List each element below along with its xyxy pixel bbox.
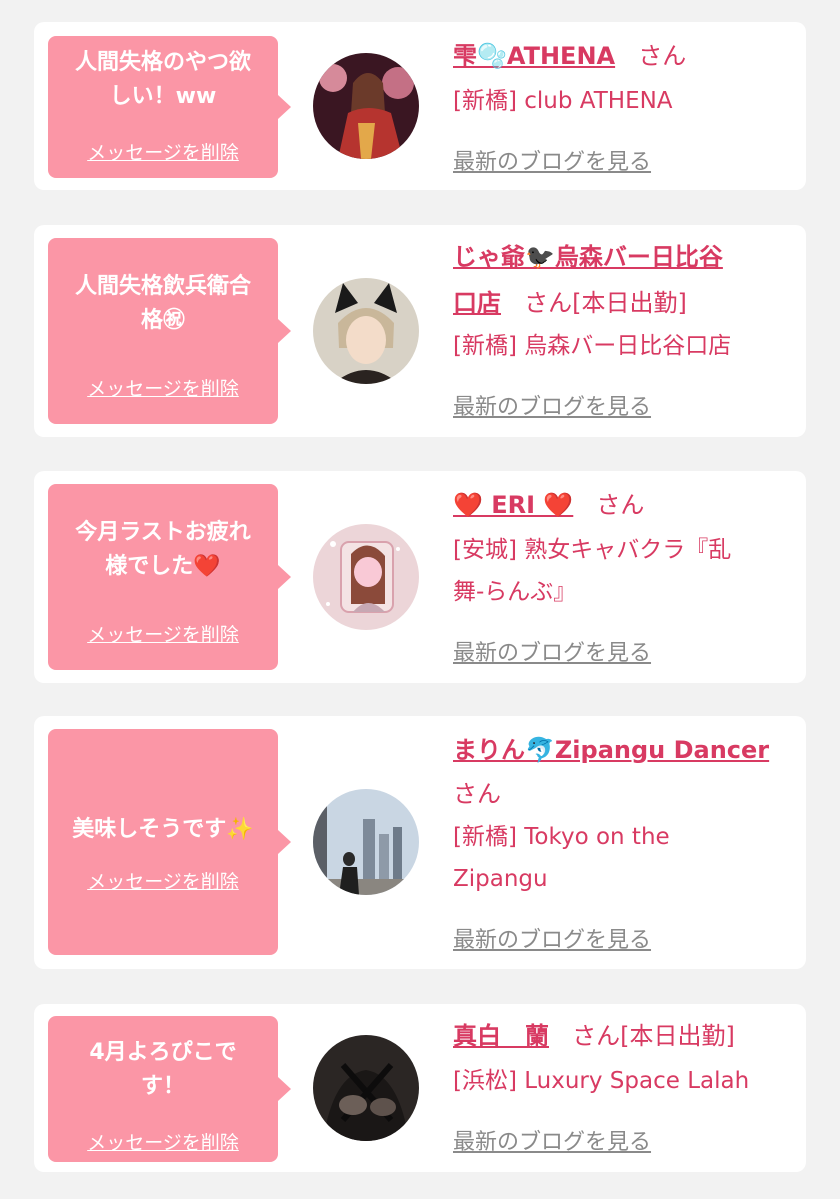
favorite-card: 人間失格のやつ欲 しい！ww メッセージを削除 雫🫧ATHENA さん [新橋]…	[34, 22, 806, 190]
latest-blog-link[interactable]: 最新のブログを見る	[453, 635, 651, 667]
avatar-photo-city-window-icon	[313, 789, 419, 895]
favorite-card: 今月ラストお疲れ 様でした❤️ メッセージを削除 ❤️ ERI ❤️ さん [安…	[34, 471, 806, 683]
shop-text: [新橋] Tokyo on the	[453, 824, 670, 850]
cast-name-link[interactable]: 雫🫧ATHENA	[453, 42, 615, 70]
honorific: さん	[638, 42, 687, 70]
cast-name-link[interactable]: じゃ爺🐦‍⬛烏森バー日比谷	[453, 243, 723, 271]
avatar[interactable]	[313, 53, 419, 159]
honorific: さん[本日出勤]	[572, 1022, 735, 1050]
avatar[interactable]	[313, 1035, 419, 1141]
avatar-photo-kimono-woman-icon	[313, 53, 419, 159]
cast-info: 真白 蘭 さん[本日出勤] [浜松] Luxury Space Lalah 最新…	[453, 1016, 793, 1166]
avatar[interactable]	[313, 278, 419, 384]
shop-text: [新橋] club ATHENA	[453, 88, 673, 114]
cast-info: まりん🐬Zipangu Dancer さん [新橋] Tokyo on the …	[453, 730, 793, 960]
delete-message-link[interactable]: メッセージを削除	[48, 138, 278, 165]
cast-name-link[interactable]: ❤️ ERI ❤️	[453, 491, 573, 519]
delete-message-link[interactable]: メッセージを削除	[48, 867, 278, 894]
shop-text: [新橋] 烏森バー日比谷口店	[453, 333, 732, 359]
latest-blog-link[interactable]: 最新のブログを見る	[453, 144, 651, 176]
favorite-card: 人間失格飲兵衛合 格㊗ メッセージを削除 じゃ爺🐦‍⬛烏森バー日比谷 口店 さん…	[34, 225, 806, 437]
avatar-photo-sparkle-frame-icon	[313, 524, 419, 630]
message-bubble: 美味しそうです✨ メッセージを削除	[48, 729, 291, 955]
message-line: 人間失格飲兵衛合	[74, 274, 251, 299]
cast-info: 雫🫧ATHENA さん [新橋] club ATHENA 最新のブログを見る	[453, 36, 793, 186]
message-text: 人間失格飲兵衛合 格㊗	[56, 270, 270, 338]
cast-name-link[interactable]: 口店	[453, 289, 501, 317]
message-line: 様でした❤️	[105, 554, 221, 579]
message-line: 格㊗	[140, 308, 185, 333]
favorite-card: 4月よろぴこで す！ メッセージを削除 真白 蘭 さん[本日出勤] [浜松] L…	[34, 1004, 806, 1172]
message-text: 今月ラストお疲れ 様でした❤️	[56, 516, 270, 584]
honorific: さん[本日出勤]	[524, 289, 687, 317]
favorite-card: 美味しそうです✨ メッセージを削除 まりん🐬Zipangu Dancer さん …	[34, 716, 806, 969]
shop-text: [浜松] Luxury Space Lalah	[453, 1068, 750, 1094]
message-bubble: 今月ラストお疲れ 様でした❤️ メッセージを削除	[48, 484, 291, 670]
shop-text: 舞-らんぶ』	[453, 579, 577, 605]
message-text: 美味しそうです✨	[56, 813, 270, 847]
latest-blog-link[interactable]: 最新のブログを見る	[453, 1124, 651, 1156]
message-text: 人間失格のやつ欲 しい！ww	[56, 46, 270, 114]
cast-name-link[interactable]: まりん🐬Zipangu Dancer	[453, 736, 769, 764]
latest-blog-link[interactable]: 最新のブログを見る	[453, 389, 651, 421]
avatar-photo-dark-outfit-icon	[313, 1035, 419, 1141]
delete-message-link[interactable]: メッセージを削除	[48, 374, 278, 401]
avatar[interactable]	[313, 789, 419, 895]
message-line: 美味しそうです✨	[72, 817, 254, 842]
avatar[interactable]	[313, 524, 419, 630]
cast-info: じゃ爺🐦‍⬛烏森バー日比谷 口店 さん[本日出勤] [新橋] 烏森バー日比谷口店…	[453, 237, 793, 427]
shop-text: Zipangu	[453, 866, 548, 892]
delete-message-link[interactable]: メッセージを削除	[48, 1128, 278, 1155]
message-text: 4月よろぴこで す！	[56, 1036, 270, 1104]
message-line: 人間失格のやつ欲	[74, 50, 251, 75]
honorific: さん	[453, 780, 501, 808]
message-line: しい！ww	[109, 84, 217, 109]
message-bubble: 4月よろぴこで す！ メッセージを削除	[48, 1016, 291, 1162]
honorific: さん	[596, 491, 645, 519]
cast-name-link[interactable]: 真白 蘭	[453, 1022, 549, 1050]
cast-info: ❤️ ERI ❤️ さん [安城] 熟女キャバクラ『乱 舞-らんぶ』 最新のブロ…	[453, 485, 793, 675]
shop-text: [安城] 熟女キャバクラ『乱	[453, 537, 732, 563]
message-bubble: 人間失格飲兵衛合 格㊗ メッセージを削除	[48, 238, 291, 424]
message-bubble: 人間失格のやつ欲 しい！ww メッセージを削除	[48, 36, 291, 178]
message-line: 4月よろぴこで	[89, 1040, 237, 1065]
latest-blog-link[interactable]: 最新のブログを見る	[453, 922, 651, 954]
avatar-photo-cat-ears-icon	[313, 278, 419, 384]
delete-message-link[interactable]: メッセージを削除	[48, 620, 278, 647]
message-line: 今月ラストお疲れ	[75, 520, 251, 545]
message-line: す！	[140, 1074, 185, 1099]
